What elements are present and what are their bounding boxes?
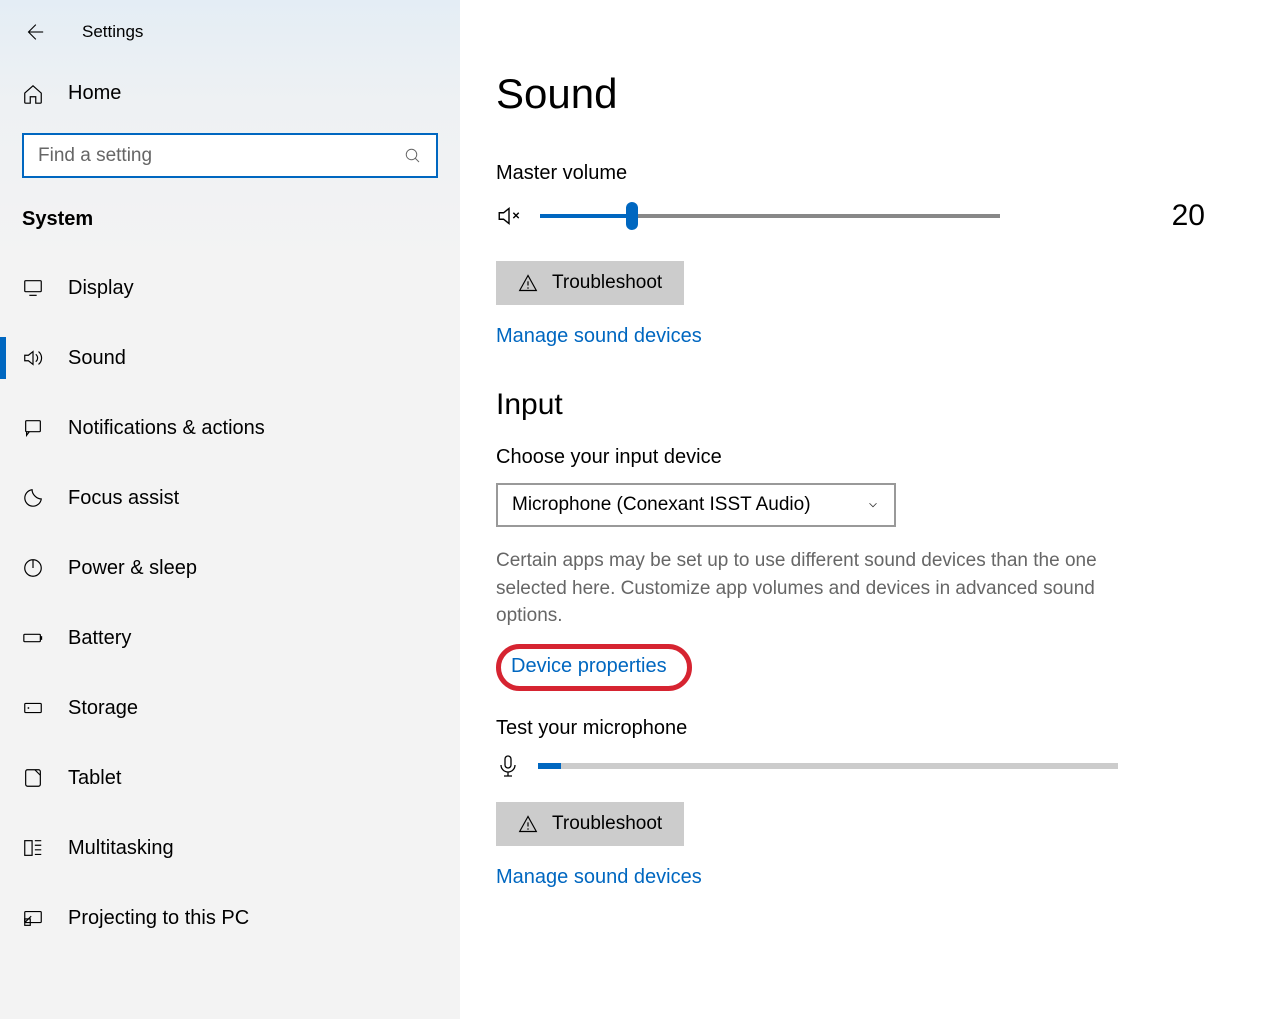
sidebar-item-label: Battery: [68, 627, 131, 650]
troubleshoot-output-button[interactable]: Troubleshoot: [496, 261, 684, 305]
battery-icon: [22, 627, 50, 649]
troubleshoot-label: Troubleshoot: [552, 813, 662, 835]
input-device-value: Microphone (Conexant ISST Audio): [512, 494, 811, 516]
notifications-icon: [22, 417, 50, 439]
page-title: Sound: [496, 70, 1215, 118]
manage-input-devices-link[interactable]: Manage sound devices: [496, 866, 702, 889]
test-mic-label: Test your microphone: [496, 717, 1215, 740]
sidebar-item-projecting[interactable]: Projecting to this PC: [0, 883, 460, 953]
troubleshoot-label: Troubleshoot: [552, 272, 662, 294]
choose-input-label: Choose your input device: [496, 446, 1215, 469]
mic-test-row: [496, 754, 1215, 778]
sidebar-section-label: System: [0, 202, 460, 253]
sidebar-item-label: Notifications & actions: [68, 417, 265, 440]
sidebar-item-tablet[interactable]: Tablet: [0, 743, 460, 813]
app-title: Settings: [82, 22, 143, 42]
search-icon: [404, 147, 422, 165]
input-device-dropdown[interactable]: Microphone (Conexant ISST Audio): [496, 483, 896, 527]
sidebar-item-label: Projecting to this PC: [68, 907, 249, 930]
sidebar-item-home[interactable]: Home: [0, 72, 460, 115]
manage-output-devices-link[interactable]: Manage sound devices: [496, 325, 702, 348]
storage-icon: [22, 697, 50, 719]
sidebar-item-storage[interactable]: Storage: [0, 673, 460, 743]
sidebar-item-label: Tablet: [68, 767, 121, 790]
input-help-text: Certain apps may be set up to use differ…: [496, 547, 1136, 630]
sidebar-item-battery[interactable]: Battery: [0, 603, 460, 673]
microphone-icon: [496, 754, 520, 778]
display-icon: [22, 277, 50, 299]
sidebar-item-power[interactable]: Power & sleep: [0, 533, 460, 603]
chevron-down-icon: [866, 498, 880, 512]
search-box[interactable]: [22, 133, 438, 178]
volume-value: 20: [1172, 199, 1215, 233]
sidebar-item-label: Sound: [68, 347, 126, 370]
sidebar-item-notifications[interactable]: Notifications & actions: [0, 393, 460, 463]
sidebar-item-label: Display: [68, 277, 134, 300]
header: Settings: [0, 14, 460, 72]
master-volume-label: Master volume: [496, 162, 1215, 185]
sidebar-item-display[interactable]: Display: [0, 253, 460, 323]
speaker-muted-icon[interactable]: [496, 203, 522, 229]
input-heading: Input: [496, 388, 1215, 422]
annotation-highlight: Device properties: [496, 644, 692, 691]
focus-icon: [22, 487, 50, 509]
volume-row: 20: [496, 199, 1215, 233]
troubleshoot-input-button[interactable]: Troubleshoot: [496, 802, 684, 846]
sidebar-item-label: Power & sleep: [68, 557, 197, 580]
volume-slider[interactable]: [540, 214, 1000, 218]
power-icon: [22, 557, 50, 579]
search-container: [0, 133, 460, 202]
device-properties-link[interactable]: Device properties: [511, 655, 667, 678]
sidebar-item-sound[interactable]: Sound: [0, 323, 460, 393]
sidebar-item-label: Storage: [68, 697, 138, 720]
warning-icon: [518, 273, 538, 293]
sidebar-item-focus[interactable]: Focus assist: [0, 463, 460, 533]
sidebar-item-label: Multitasking: [68, 837, 174, 860]
mic-level-meter: [538, 763, 1118, 769]
sound-icon: [22, 347, 50, 369]
main-content: Sound Master volume 20 Troubleshoot Mana…: [460, 0, 1275, 1019]
multitasking-icon: [22, 837, 50, 859]
tablet-icon: [22, 767, 50, 789]
sidebar-item-multitasking[interactable]: Multitasking: [0, 813, 460, 883]
settings-sidebar: Settings Home System Display Sound Notific…: [0, 0, 460, 1019]
home-icon: [22, 83, 50, 105]
sidebar-nav: Display Sound Notifications & actions Focus…: [0, 253, 460, 953]
warning-icon: [518, 814, 538, 834]
arrow-left-icon: [23, 21, 45, 43]
back-button[interactable]: [22, 20, 46, 44]
sidebar-item-label: Focus assist: [68, 487, 179, 510]
home-label: Home: [68, 82, 121, 105]
projecting-icon: [22, 907, 50, 929]
search-input[interactable]: [38, 145, 404, 167]
